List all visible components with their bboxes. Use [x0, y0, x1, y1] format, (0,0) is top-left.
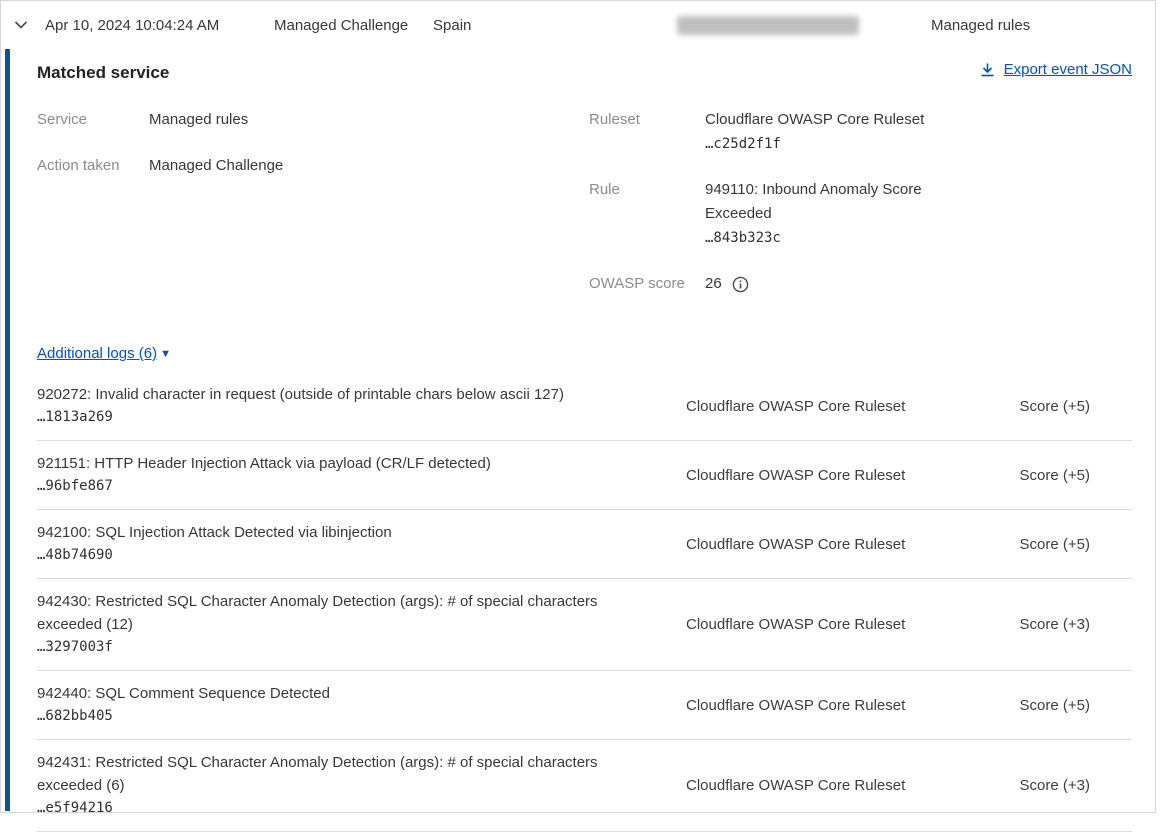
additional-logs-table: 920272: Invalid character in request (ou… [37, 372, 1132, 832]
log-rule-description: 942440: SQL Comment Sequence Detected [37, 682, 617, 705]
rule-label: Rule [589, 178, 705, 202]
log-description-cell: 942431: Restricted SQL Character Anomaly… [37, 751, 617, 820]
panel-title: Matched service [37, 61, 169, 83]
log-row: 942440: SQL Comment Sequence Detected …6… [37, 671, 1132, 740]
log-ruleset-cell: Cloudflare OWASP Core Ruleset [686, 398, 926, 415]
owasp-score-value-wrap: 26 [705, 272, 749, 296]
log-rule-hash: …682bb405 [37, 705, 617, 728]
collapse-event-button[interactable] [13, 1, 29, 49]
ruleset-label: Ruleset [589, 108, 705, 132]
action-taken-row: Action taken Managed Challenge [37, 154, 589, 178]
log-score-cell: Score (+3) [1020, 777, 1132, 794]
log-ruleset-cell: Cloudflare OWASP Core Ruleset [686, 616, 926, 633]
download-icon [980, 62, 995, 78]
service-label: Service [37, 108, 149, 132]
log-description-cell: 942100: SQL Injection Attack Detected vi… [37, 521, 617, 567]
event-detail-panel: Matched service Export event JSON [5, 49, 1154, 811]
event-action: Managed Challenge [274, 1, 408, 49]
log-ruleset-cell: Cloudflare OWASP Core Ruleset [686, 467, 926, 484]
log-row: 920272: Invalid character in request (ou… [37, 372, 1132, 441]
details-right-column: Ruleset Cloudflare OWASP Core Ruleset …c… [589, 108, 1132, 318]
ruleset-hash: …c25d2f1f [705, 132, 924, 156]
log-rule-hash: …48b74690 [37, 544, 617, 567]
log-score-cell: Score (+5) [1020, 467, 1132, 484]
log-rule-hash: …e5f94216 [37, 797, 617, 820]
caret-down-icon: ▼ [160, 348, 171, 360]
rule-hash: …843b323c [705, 226, 947, 250]
log-ruleset-cell: Cloudflare OWASP Core Ruleset [686, 697, 926, 714]
log-rule-description: 942431: Restricted SQL Character Anomaly… [37, 751, 617, 797]
log-row: 921151: HTTP Header Injection Attack via… [37, 441, 1132, 510]
log-rule-hash: …96bfe867 [37, 475, 617, 498]
log-description-cell: 921151: HTTP Header Injection Attack via… [37, 452, 617, 498]
log-rule-description: 920272: Invalid character in request (ou… [37, 383, 617, 406]
owasp-score-label: OWASP score [589, 272, 705, 296]
log-score-cell: Score (+5) [1020, 536, 1132, 553]
info-icon[interactable] [732, 276, 749, 293]
log-description-cell: 942430: Restricted SQL Character Anomaly… [37, 590, 617, 659]
log-rule-hash: …3297003f [37, 636, 617, 659]
log-description-cell: 920272: Invalid character in request (ou… [37, 383, 617, 429]
export-event-json-link[interactable]: Export event JSON [980, 61, 1132, 78]
export-link-label: Export event JSON [1004, 61, 1132, 78]
ruleset-value: Cloudflare OWASP Core Ruleset …c25d2f1f [705, 108, 924, 156]
details-left-column: Service Managed rules Action taken Manag… [37, 108, 589, 318]
log-rule-hash: …1813a269 [37, 406, 617, 429]
ruleset-row: Ruleset Cloudflare OWASP Core Ruleset …c… [589, 108, 1132, 156]
firewall-event-container: Apr 10, 2024 10:04:24 AM Managed Challen… [0, 0, 1156, 813]
ruleset-name: Cloudflare OWASP Core Ruleset [705, 111, 924, 128]
owasp-score-row: OWASP score 26 [589, 272, 1132, 296]
log-score-cell: Score (+5) [1020, 697, 1132, 714]
log-row: 942430: Restricted SQL Character Anomaly… [37, 579, 1132, 671]
log-description-cell: 942440: SQL Comment Sequence Detected …6… [37, 682, 617, 728]
event-country: Spain [433, 1, 471, 49]
service-row: Service Managed rules [37, 108, 589, 132]
panel-top: Matched service Export event JSON [37, 61, 1132, 83]
redacted-blur [677, 16, 859, 35]
matched-service-details: Service Managed rules Action taken Manag… [37, 108, 1132, 318]
additional-logs-toggle[interactable]: Additional logs (6) ▼ [37, 345, 171, 362]
log-score-cell: Score (+3) [1020, 616, 1132, 633]
event-row-header: Apr 10, 2024 10:04:24 AM Managed Challen… [1, 1, 1155, 49]
log-row: 942100: SQL Injection Attack Detected vi… [37, 510, 1132, 579]
additional-logs-label: Additional logs (6) [37, 345, 157, 362]
action-taken-value: Managed Challenge [149, 154, 283, 178]
log-rule-description: 942430: Restricted SQL Character Anomaly… [37, 590, 617, 636]
log-row: 942431: Restricted SQL Character Anomaly… [37, 740, 1132, 832]
log-rule-description: 921151: HTTP Header Injection Attack via… [37, 452, 617, 475]
event-service: Managed rules [931, 1, 1030, 49]
log-rule-description: 942100: SQL Injection Attack Detected vi… [37, 521, 617, 544]
log-ruleset-cell: Cloudflare OWASP Core Ruleset [686, 777, 926, 794]
owasp-score-value: 26 [705, 272, 722, 296]
rule-row: Rule 949110: Inbound Anomaly Score Excee… [589, 178, 1132, 250]
service-value: Managed rules [149, 108, 248, 132]
rule-value: 949110: Inbound Anomaly Score Exceeded …… [705, 178, 947, 250]
rule-name: 949110: Inbound Anomaly Score Exceeded [705, 181, 922, 222]
log-ruleset-cell: Cloudflare OWASP Core Ruleset [686, 536, 926, 553]
chevron-down-icon [13, 17, 29, 33]
event-timestamp: Apr 10, 2024 10:04:24 AM [45, 1, 219, 49]
log-score-cell: Score (+5) [1020, 398, 1132, 415]
action-taken-label: Action taken [37, 154, 149, 178]
event-redacted-value [677, 1, 859, 49]
